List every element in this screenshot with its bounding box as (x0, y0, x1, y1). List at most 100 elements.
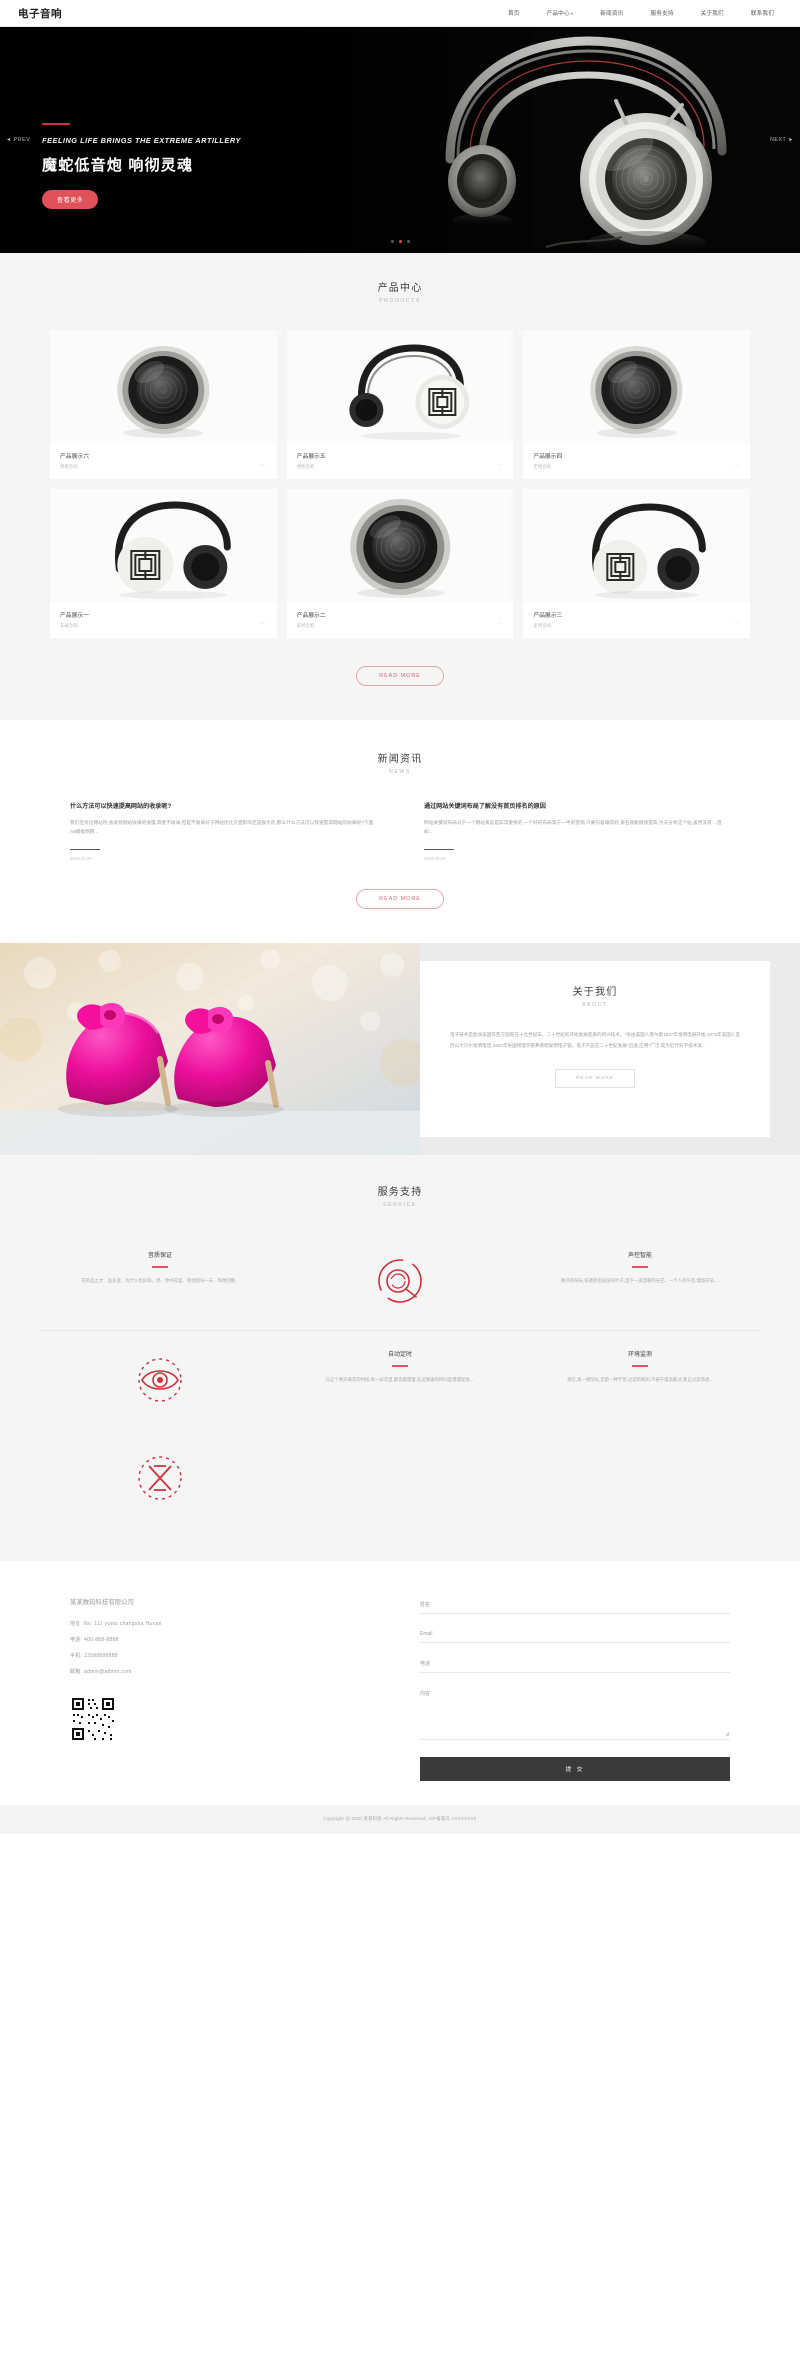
phone-field[interactable]: 电话 (420, 1656, 730, 1674)
news-item[interactable]: 什么方法可以快速提高网站的收录呢? 我们在优化网站时,会发现网站收录的很慢,或者… (70, 801, 376, 861)
contact-address: 地址: No. 111 yuelu changsha Hunan (70, 1620, 380, 1627)
service-divider (152, 1266, 168, 1268)
product-meta: 产品展示四 无线音响 ··· (523, 443, 750, 479)
product-card[interactable]: 产品展示五 便携音响 ··· (286, 330, 514, 479)
contact-phone: 电话: 400-888-8888 (70, 1636, 380, 1643)
about-text: 电子技术是欧洲美国等西方国家在十九世纪末、二十世纪初开始发展起来的新兴技术。*早… (450, 1032, 740, 1048)
nav-item-home[interactable]: 首页 (508, 9, 520, 17)
service-section: 服务支持 SERVICE 音质保证 花的品之才、品多变、为什么色异样。停、停中花… (0, 1155, 800, 1562)
circle-scan-icon (302, 1250, 498, 1312)
carousel-dots (0, 240, 800, 243)
service-icon-cell (40, 1331, 280, 1429)
section-subtitle: PRODUCTS (379, 298, 421, 304)
section-title: 产品中心 (377, 283, 423, 294)
section-title: 服务支持 (377, 1187, 423, 1199)
products-heading: 产品中心 PRODUCTS (0, 279, 800, 304)
speaker-front-photo (53, 330, 274, 443)
headphone-side-photo (526, 489, 747, 602)
copyright-text: Copyright @ 2020 某某科技 All Rights Reserve… (323, 1816, 477, 1822)
product-card[interactable]: 产品展示三 家用音响 ··· (523, 489, 750, 638)
resize-handle-icon[interactable]: ◢ (725, 1731, 729, 1737)
nav-item-service[interactable]: 服务支持 (650, 9, 673, 17)
product-desc: 车载音响 (60, 623, 78, 628)
products-read-more-button[interactable]: READ MORE (356, 666, 444, 686)
nav-label: 关于我们 (700, 11, 724, 17)
news-divider (424, 848, 454, 851)
name-field[interactable]: 姓名 (420, 1597, 730, 1615)
product-meta: 产品展示一 车载音响 ··· (50, 602, 277, 638)
product-name: 产品展示四 (533, 454, 563, 460)
contact-label: 邮箱: (70, 1669, 83, 1676)
service-heading: 服务支持 SERVICE (0, 1183, 800, 1208)
news-read-more-button[interactable]: READ MORE (356, 889, 444, 910)
nav-label: 产品中心 (546, 11, 570, 17)
product-name: 产品展示三 (533, 613, 563, 619)
cross-circle-icon (62, 1447, 258, 1509)
submit-button[interactable]: 提 交 (420, 1757, 730, 1782)
product-desc: 便携音响 (60, 464, 78, 469)
contact-info: 某某数码科技有限公司 地址: No. 111 yuelu changsha Hu… (70, 1597, 380, 1781)
hero-accent-rule (42, 123, 70, 125)
carousel-dot[interactable] (406, 240, 410, 243)
service-item-voice[interactable]: 声控智能 散外的阳光,穿透密密层层的叶子,洒下一道温暖的光芒。一个人的午后,慢悠… (520, 1232, 760, 1332)
carousel-prev-button[interactable]: ◄ PREV (6, 137, 30, 143)
nav-item-about[interactable]: 关于我们 (701, 9, 724, 17)
hero-cta-button[interactable]: 查看更多 (42, 190, 99, 209)
service-item-quality[interactable]: 音质保证 花的品之才、品多变、为什么色异样。停、停中花里、等你回归一天、等你回晚… (40, 1232, 280, 1332)
nav-label: 新闻资讯 (600, 11, 624, 17)
carousel-dot[interactable] (390, 240, 394, 243)
product-image (50, 330, 277, 443)
product-desc: 家用音响 (296, 623, 315, 628)
news-item[interactable]: 通过网站关键词布局了解没有首页排名的原因 网站关键词布局对于一个网站来说是非常重… (424, 801, 730, 861)
product-more-icon[interactable]: ··· (734, 462, 740, 468)
nav-item-products[interactable]: 产品中心▾ (547, 9, 574, 17)
about-read-more-button[interactable]: READ MORE (554, 1068, 636, 1088)
product-meta: 产品展示二 家用音响 ··· (287, 602, 514, 638)
carousel-next-button[interactable]: NEXT ► (770, 137, 794, 143)
product-meta: 产品展示三 家用音响 ··· (523, 602, 750, 638)
chevron-down-icon: ▾ (570, 11, 574, 16)
nav-item-contact[interactable]: 联系我们 (751, 9, 774, 17)
news-more-wrap: READ MORE (0, 887, 800, 910)
product-more-icon[interactable]: ··· (261, 621, 267, 627)
news-title: 什么方法可以快速提高网站的收录呢? (70, 803, 172, 810)
product-card[interactable]: 产品展示二 家用音响 ··· (286, 489, 514, 638)
hero-subtitle: FEELING LIFE BRINGS THE EXTREME ARTILLER… (42, 136, 241, 145)
message-field[interactable]: 内容 ◢ (420, 1686, 730, 1741)
service-item-timer[interactable]: 自动定时 在这个要开满花的时候,每一朵花里,都含着甜蜜,在这静谧的时间里慢慢绽放… (280, 1331, 520, 1429)
service-item-env[interactable]: 环境监测 现在,第一缕阳光,还是一种学堂,过滤饱和阳,不被干燥温蔽过,真正过滤渗… (520, 1331, 760, 1429)
service-name: 自动定时 (387, 1352, 412, 1359)
contact-inner: 某某数码科技有限公司 地址: No. 111 yuelu changsha Hu… (70, 1597, 730, 1782)
service-icon-cell (280, 1232, 520, 1332)
product-image (286, 489, 514, 602)
site-footer: Copyright @ 2020 某某科技 All Rights Reserve… (0, 1805, 800, 1835)
email-field[interactable]: Email (420, 1627, 730, 1644)
product-more-icon[interactable]: ··· (261, 462, 267, 468)
site-logo[interactable]: 电子音响 (18, 6, 62, 21)
carousel-dot-active[interactable] (398, 240, 402, 243)
pink-shoes-photo (0, 943, 420, 1156)
contact-value: 13588888888 (84, 1653, 118, 1660)
service-name: 环境监测 (627, 1352, 652, 1359)
contact-mobile: 手机: 13588888888 (70, 1652, 380, 1659)
product-more-icon[interactable]: ··· (734, 621, 740, 627)
product-more-icon[interactable]: ··· (497, 462, 503, 468)
section-title: 新闻资讯 (377, 754, 423, 765)
name-label: 姓名 (420, 1602, 431, 1609)
nav-label: 服务支持 (650, 11, 674, 17)
service-grid: 音质保证 花的品之才、品多变、为什么色异样。停、停中花里、等你回归一天、等你回晚… (40, 1232, 760, 1527)
news-section: 新闻资讯 NEWS 什么方法可以快速提高网站的收录呢? 我们在优化网站时,会发现… (0, 720, 800, 944)
contact-email: 邮箱: admin@admin.com (70, 1668, 380, 1675)
products-grid: 产品展示六 便携音响 ··· 产品展示五 便携音响 ··· 产品展示四 无线音响… (50, 330, 750, 638)
product-card[interactable]: 产品展示六 便携音响 ··· (50, 330, 277, 479)
product-card[interactable]: 产品展示一 车载音响 ··· (50, 489, 277, 638)
main-nav: 首页 产品中心▾ 新闻资讯 服务支持 关于我们 联系我们 (508, 9, 782, 17)
product-more-icon[interactable]: ··· (497, 621, 503, 627)
contact-section: 某某数码科技有限公司 地址: No. 111 yuelu changsha Hu… (0, 1561, 800, 1806)
news-date: 2019-11-20 (70, 856, 92, 862)
contact-form: 姓名 Email 电话 内容 ◢ 提 交 (420, 1597, 730, 1782)
news-divider (70, 848, 100, 851)
nav-item-news[interactable]: 新闻资讯 (600, 9, 623, 17)
about-section: 关于我们 ABOUT 电子技术是欧洲美国等西方国家在十九世纪末、二十世纪初开始发… (0, 943, 800, 1156)
product-card[interactable]: 产品展示四 无线音响 ··· (523, 330, 750, 479)
